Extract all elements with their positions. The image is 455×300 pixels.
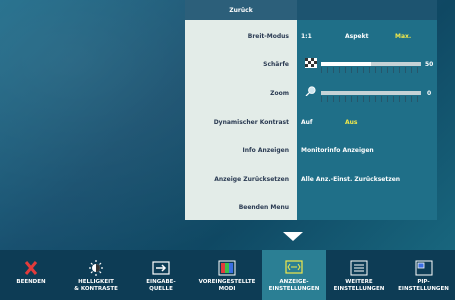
osd-header-spacer <box>297 0 437 20</box>
bottom-item-weitere-einstellungen[interactable]: WEITERE EINSTELLUNGEN <box>326 250 392 300</box>
back-button[interactable]: Zurück <box>185 0 297 20</box>
sharpness-slider-ticks <box>321 67 421 73</box>
osd-value-column <box>297 20 437 220</box>
preset-modes-icon <box>218 260 236 276</box>
osd-menu-panel: Zurück Breit-Modus 1:1 Aspekt Max. Schär… <box>185 0 437 220</box>
bottom-item-label: ANZEIGE- EINSTELLUNGEN <box>268 279 320 292</box>
menu-item-breit-modus[interactable]: Breit-Modus <box>185 33 289 40</box>
brightness-icon <box>89 260 103 276</box>
menu-item-dynamischer-kontrast[interactable]: Dynamischer Kontrast <box>185 119 289 126</box>
bottom-item-label: EINGABE- QUELLE <box>146 279 176 292</box>
sharpness-value: 50 <box>425 61 434 68</box>
zoom-slider-ticks <box>321 96 421 102</box>
option-aus-selected[interactable]: Aus <box>345 119 358 126</box>
info-anzeigen-value[interactable]: Monitorinfo Anzeigen <box>301 147 374 154</box>
input-source-icon <box>152 261 170 275</box>
bottom-item-label: HELLIGKEIT & KONTRASTE <box>74 279 118 292</box>
menu-item-info-anzeigen[interactable]: Info Anzeigen <box>185 147 290 154</box>
bottom-item-voreingestellte-modi[interactable]: VOREINGESTELLTE MODI <box>192 250 262 300</box>
zoom-value: 0 <box>427 90 432 97</box>
option-1-1[interactable]: 1:1 <box>301 33 312 40</box>
sharpness-icon <box>305 58 317 68</box>
bottom-item-anzeige-einstellungen[interactable]: ANZEIGE- EINSTELLUNGEN <box>262 250 326 300</box>
option-auf[interactable]: Auf <box>301 119 313 126</box>
menu-item-anzeige-zuruecksetzen[interactable]: Anzeige Zurücksetzen <box>185 176 289 183</box>
bottom-item-label: VOREINGESTELLTE MODI <box>198 279 256 292</box>
scroll-down-arrow-icon[interactable] <box>283 232 303 241</box>
menu-item-beenden-menu[interactable]: Beenden Menu <box>185 204 289 211</box>
option-max-selected[interactable]: Max. <box>395 33 411 40</box>
sharpness-slider-fill <box>321 62 371 66</box>
bottom-item-pip-einstellungen[interactable]: PIP- EINSTELLUNGEN <box>392 250 455 300</box>
zoom-icon <box>305 86 316 96</box>
pip-settings-icon <box>415 260 432 276</box>
bottom-item-label: BEENDEN <box>16 279 46 285</box>
option-aspekt[interactable]: Aspekt <box>345 33 368 40</box>
menu-item-zoom[interactable]: Zoom <box>185 90 289 97</box>
bottom-item-beenden[interactable]: BEENDEN <box>0 250 62 300</box>
back-button-label: Zurück <box>229 6 253 14</box>
x-icon <box>24 261 38 275</box>
other-settings-icon <box>350 260 368 276</box>
bottom-item-label: WEITERE EINSTELLUNGEN <box>333 279 385 292</box>
menu-item-schaerfe[interactable]: Schärfe <box>185 61 289 68</box>
anzeige-zuruecksetzen-value[interactable]: Alle Anz.-Einst. Zurücksetzen <box>301 176 400 183</box>
bottom-item-eingabe-quelle[interactable]: EINGABE- QUELLE <box>130 250 192 300</box>
zoom-slider[interactable] <box>321 91 421 95</box>
display-settings-icon <box>285 260 303 274</box>
sharpness-slider[interactable] <box>321 62 421 66</box>
bottom-item-helligkeit[interactable]: HELLIGKEIT & KONTRASTE <box>62 250 130 300</box>
bottom-item-label: PIP- EINSTELLUNGEN <box>398 279 449 292</box>
